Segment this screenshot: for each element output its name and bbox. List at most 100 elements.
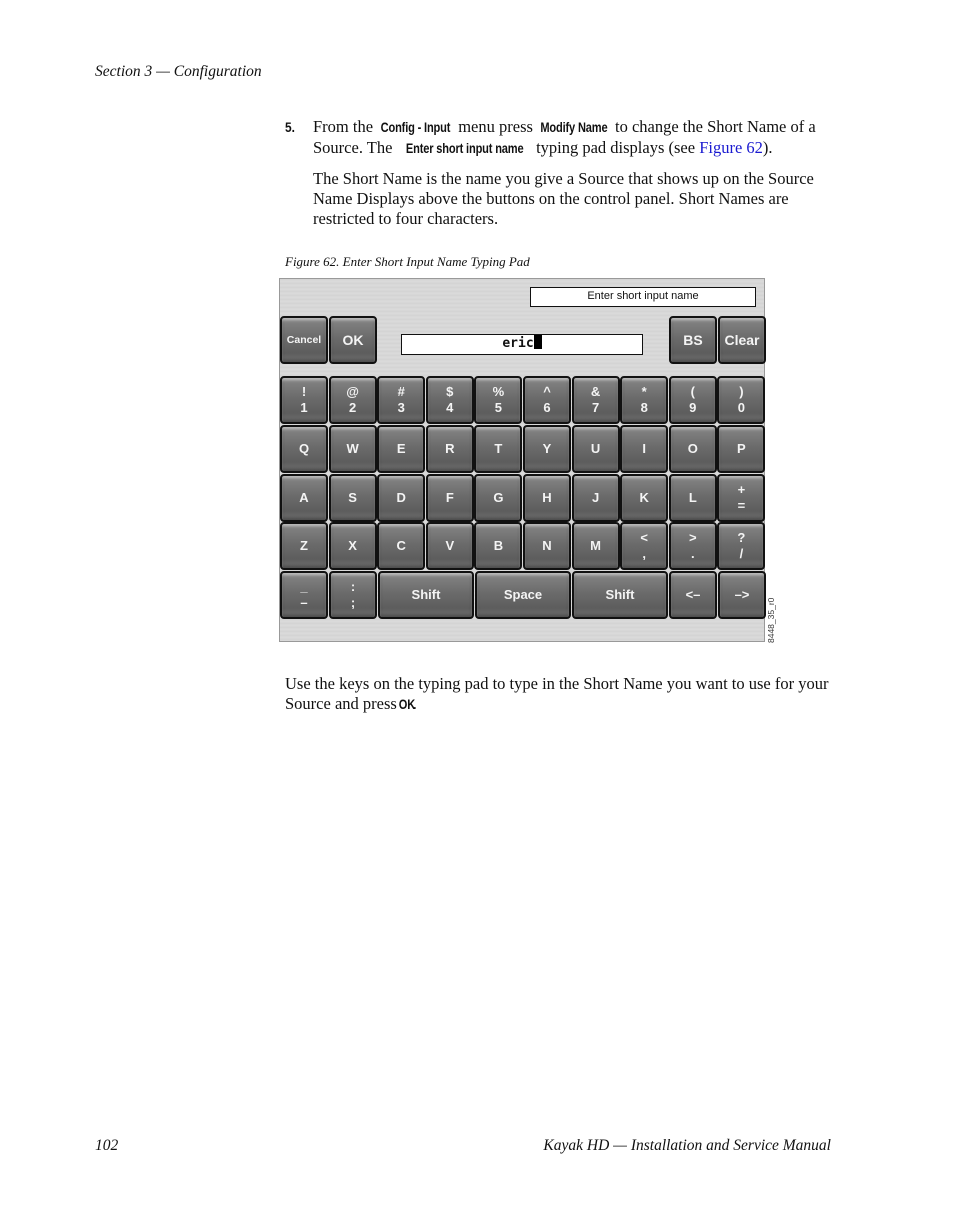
short-name-input[interactable]: eric [401,334,643,355]
ui-ref-enter-short-input-name: Enter short input name [405,141,524,156]
label: P [737,440,746,456]
key-f[interactable]: F [425,473,474,522]
cancel-button[interactable]: Cancel [280,316,328,364]
clear-button[interactable]: Clear [718,316,766,364]
key-w[interactable]: W [328,424,377,473]
label-top: ? [737,530,746,546]
label-top: # [397,384,405,399]
text: ). [762,138,773,157]
pad-title: Enter short input name [530,287,756,307]
label-top: $ [446,384,454,399]
label: Y [542,440,552,456]
label-top: + [737,481,746,497]
key-9[interactable]: (9 [668,376,717,424]
key-4[interactable]: $4 [425,376,474,424]
key-j[interactable]: J [571,473,620,522]
label: –> [734,587,750,602]
label-top: _ [300,579,308,594]
label: C [396,538,406,554]
step-description: The Short Name is the name you give a So… [313,169,814,228]
shift-right-button[interactable]: Shift [572,571,668,619]
label-bottom: = [737,497,746,513]
label: K [639,489,649,505]
label-bottom: / [739,546,744,562]
step-instruction: From the Config - Input menu press Modif… [313,117,845,159]
label-top: ( [690,384,695,399]
key-[interactable]: ? / [717,522,766,571]
key-5[interactable]: % 5 [474,376,523,424]
label-bottom: 1 [300,400,308,415]
key-h[interactable]: H [523,473,571,522]
key-e[interactable]: E [377,424,426,473]
key-i[interactable]: I [620,424,669,473]
label-bottom: 2 [348,400,357,415]
label-bottom: 3 [397,400,405,415]
label-bottom: – [300,595,308,610]
key-l[interactable]: L [668,473,717,522]
key-colon[interactable]: :; [329,571,377,619]
key-t[interactable]: T [474,424,523,473]
manual-title: Kayak HD — Installation and Service Manu… [543,1137,831,1154]
key-r[interactable]: R [425,424,474,473]
key-z[interactable]: Z [280,522,328,571]
key-d[interactable]: D [377,473,426,522]
figure-id-label: 8448_35_r0 [766,597,776,643]
key-p[interactable]: P [717,424,766,473]
label-top: ) [739,384,744,399]
label: Space [503,587,543,602]
label-top: * [641,384,647,399]
key-q[interactable]: Q [280,424,328,473]
key-6[interactable]: ^ 6 [523,376,571,424]
key-1[interactable]: ! 1 [280,376,328,424]
space-button[interactable]: Space [475,571,571,619]
label: OK [342,332,364,348]
label-bottom: 6 [543,400,551,415]
key-2[interactable]: @2 [328,376,377,424]
key-underscore[interactable]: _ – [280,571,328,619]
key-y[interactable]: Y [523,424,571,473]
label: Q [298,440,310,456]
label-bottom: ; [350,595,356,610]
key-3[interactable]: #3 [377,376,426,424]
label: J [591,489,600,505]
key-[interactable]: >. [668,522,717,571]
key-k[interactable]: K [620,473,669,522]
figure-62-link[interactable]: Figure 62 [699,138,763,157]
ok-button[interactable]: OK [329,316,377,364]
cursor-left-button[interactable]: <– [669,571,717,619]
key-m[interactable]: M [571,522,620,571]
backspace-button[interactable]: BS [669,316,717,364]
label-top: : [350,579,356,594]
label-bottom: 4 [446,400,454,415]
label: S [348,489,357,505]
key-a[interactable]: A [280,473,328,522]
key-[interactable]: <, [620,522,669,571]
text: From the [313,117,378,136]
key-v[interactable]: V [425,522,474,571]
cursor-right-button[interactable]: –> [718,571,766,619]
key-u[interactable]: U [571,424,620,473]
label: I [642,440,646,456]
key-8[interactable]: * 8 [620,376,669,424]
figure-caption: Figure 62. Enter Short Input Name Typing… [285,254,530,269]
label-top: < [640,530,648,546]
key-x[interactable]: X [328,522,377,571]
label: R [445,440,455,456]
key-[interactable]: + = [717,473,766,522]
key-o[interactable]: O [668,424,717,473]
step-number: 5. [285,119,295,135]
label-top: > [689,530,697,546]
key-c[interactable]: C [377,522,426,571]
key-g[interactable]: G [474,473,523,522]
key-s[interactable]: S [328,473,377,522]
label: W [346,440,359,456]
label: V [445,538,455,554]
shift-left-button[interactable]: Shift [378,571,474,619]
key-b[interactable]: B [474,522,523,571]
key-0[interactable]: ) 0 [717,376,766,424]
label: Shift [411,587,441,602]
label: F [445,489,454,505]
key-7[interactable]: & 7 [571,376,620,424]
label-top: ! [301,384,307,399]
key-n[interactable]: N [523,522,571,571]
